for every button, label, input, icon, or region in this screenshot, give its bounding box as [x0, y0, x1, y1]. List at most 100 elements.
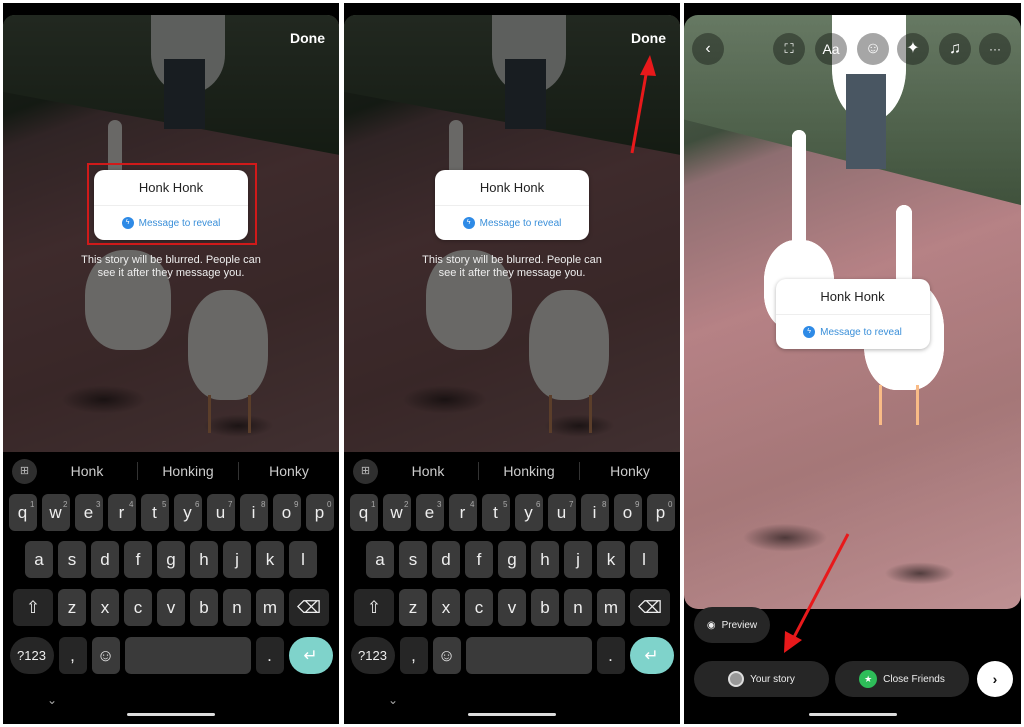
suggestion[interactable]: Honk — [378, 463, 478, 479]
key-x[interactable]: x — [432, 589, 460, 626]
key-l[interactable]: l — [630, 541, 658, 578]
eye-icon: ◉ — [706, 619, 716, 631]
key-g[interactable]: g — [498, 541, 526, 578]
period-key[interactable]: . — [255, 637, 284, 674]
key-n[interactable]: n — [564, 589, 592, 626]
hide-keyboard-icon[interactable]: ⌄ — [47, 693, 57, 707]
key-j[interactable]: j — [223, 541, 251, 578]
expand-icon[interactable]: ⛶ — [773, 33, 805, 65]
your-story-button[interactable]: Your story — [694, 661, 829, 697]
next-button[interactable]: › — [977, 661, 1013, 697]
key-y[interactable]: y6 — [514, 494, 543, 531]
key-number-hint: 3 — [437, 500, 442, 509]
space-key[interactable] — [124, 637, 251, 674]
apps-grid-icon[interactable]: ⊞ — [12, 458, 37, 484]
backspace-key[interactable]: ⌫ — [630, 589, 670, 626]
key-p[interactable]: p0 — [305, 494, 334, 531]
hide-keyboard-icon[interactable]: ⌄ — [388, 693, 398, 707]
panel-sticker-done-arrow: Done Honk Honk ϟ Message to reveal This s… — [344, 3, 680, 724]
key-o[interactable]: o9 — [613, 494, 642, 531]
key-u[interactable]: u7 — [206, 494, 235, 531]
symbols-key[interactable]: ?123 — [9, 637, 54, 674]
key-l[interactable]: l — [289, 541, 317, 578]
key-b[interactable]: b — [531, 589, 559, 626]
sticker-icon[interactable]: ☺ — [857, 33, 889, 65]
key-z[interactable]: z — [399, 589, 427, 626]
apps-grid-icon[interactable]: ⊞ — [353, 458, 378, 484]
key-y[interactable]: y6 — [173, 494, 202, 531]
key-q[interactable]: q1 — [8, 494, 37, 531]
key-e[interactable]: e3 — [74, 494, 103, 531]
suggestion[interactable]: Honking — [479, 463, 579, 479]
key-m[interactable]: m — [256, 589, 284, 626]
key-d[interactable]: d — [432, 541, 460, 578]
suggestion[interactable]: Honky — [580, 463, 680, 479]
key-a[interactable]: a — [25, 541, 53, 578]
key-b[interactable]: b — [190, 589, 218, 626]
done-button[interactable]: Done — [631, 30, 666, 46]
key-t[interactable]: t5 — [481, 494, 510, 531]
key-p[interactable]: p0 — [646, 494, 675, 531]
key-k[interactable]: k — [256, 541, 284, 578]
key-r[interactable]: r4 — [107, 494, 136, 531]
effects-icon[interactable]: ✦ — [897, 33, 929, 65]
key-w[interactable]: w2 — [41, 494, 70, 531]
key-j[interactable]: j — [564, 541, 592, 578]
question-sticker[interactable]: Honk Honk ϟ Message to reveal — [435, 170, 589, 240]
key-z[interactable]: z — [58, 589, 86, 626]
key-h[interactable]: h — [190, 541, 218, 578]
suggestion[interactable]: Honking — [138, 463, 238, 479]
comma-key[interactable]: , — [399, 637, 428, 674]
period-key[interactable]: . — [596, 637, 625, 674]
comma-key[interactable]: , — [58, 637, 87, 674]
star-icon: ★ — [859, 670, 878, 688]
key-f[interactable]: f — [124, 541, 152, 578]
key-k[interactable]: k — [597, 541, 625, 578]
key-d[interactable]: d — [91, 541, 119, 578]
message-to-reveal-button[interactable]: ϟ Message to reveal — [435, 206, 589, 240]
back-button[interactable]: ‹ — [692, 33, 724, 65]
message-to-reveal-button[interactable]: ϟ Message to reveal — [776, 315, 930, 349]
enter-key[interactable]: ↵ — [629, 637, 674, 674]
key-c[interactable]: c — [124, 589, 152, 626]
key-m[interactable]: m — [597, 589, 625, 626]
emoji-key[interactable]: ☺ — [91, 637, 120, 674]
key-n[interactable]: n — [223, 589, 251, 626]
emoji-key[interactable]: ☺ — [432, 637, 461, 674]
key-v[interactable]: v — [498, 589, 526, 626]
key-number-hint: 6 — [536, 500, 541, 509]
key-v[interactable]: v — [157, 589, 185, 626]
more-options-icon[interactable]: ··· — [979, 33, 1011, 65]
key-s[interactable]: s — [58, 541, 86, 578]
symbols-key[interactable]: ?123 — [350, 637, 395, 674]
key-a[interactable]: a — [366, 541, 394, 578]
key-i[interactable]: i8 — [239, 494, 268, 531]
key-g[interactable]: g — [157, 541, 185, 578]
key-o[interactable]: o9 — [272, 494, 301, 531]
space-key[interactable] — [465, 637, 592, 674]
key-u[interactable]: u7 — [547, 494, 576, 531]
backspace-key[interactable]: ⌫ — [289, 589, 329, 626]
shift-key[interactable]: ⇧ — [354, 589, 394, 626]
key-i[interactable]: i8 — [580, 494, 609, 531]
shift-key[interactable]: ⇧ — [13, 589, 53, 626]
key-q[interactable]: q1 — [349, 494, 378, 531]
music-icon[interactable]: ♫ — [939, 33, 971, 65]
key-t[interactable]: t5 — [140, 494, 169, 531]
key-f[interactable]: f — [465, 541, 493, 578]
suggestion[interactable]: Honk — [37, 463, 137, 479]
key-h[interactable]: h — [531, 541, 559, 578]
done-button[interactable]: Done — [290, 30, 325, 46]
close-friends-button[interactable]: ★ Close Friends — [835, 661, 969, 697]
question-sticker[interactable]: Honk Honk ϟ Message to reveal — [775, 279, 930, 349]
key-r[interactable]: r4 — [448, 494, 477, 531]
key-s[interactable]: s — [399, 541, 427, 578]
key-x[interactable]: x — [91, 589, 119, 626]
text-tool-button[interactable]: Aa — [815, 33, 847, 65]
suggestion[interactable]: Honky — [239, 463, 339, 479]
key-w[interactable]: w2 — [382, 494, 411, 531]
preview-button[interactable]: ◉ Preview — [694, 607, 770, 643]
key-e[interactable]: e3 — [415, 494, 444, 531]
enter-key[interactable]: ↵ — [288, 637, 333, 674]
key-c[interactable]: c — [465, 589, 493, 626]
